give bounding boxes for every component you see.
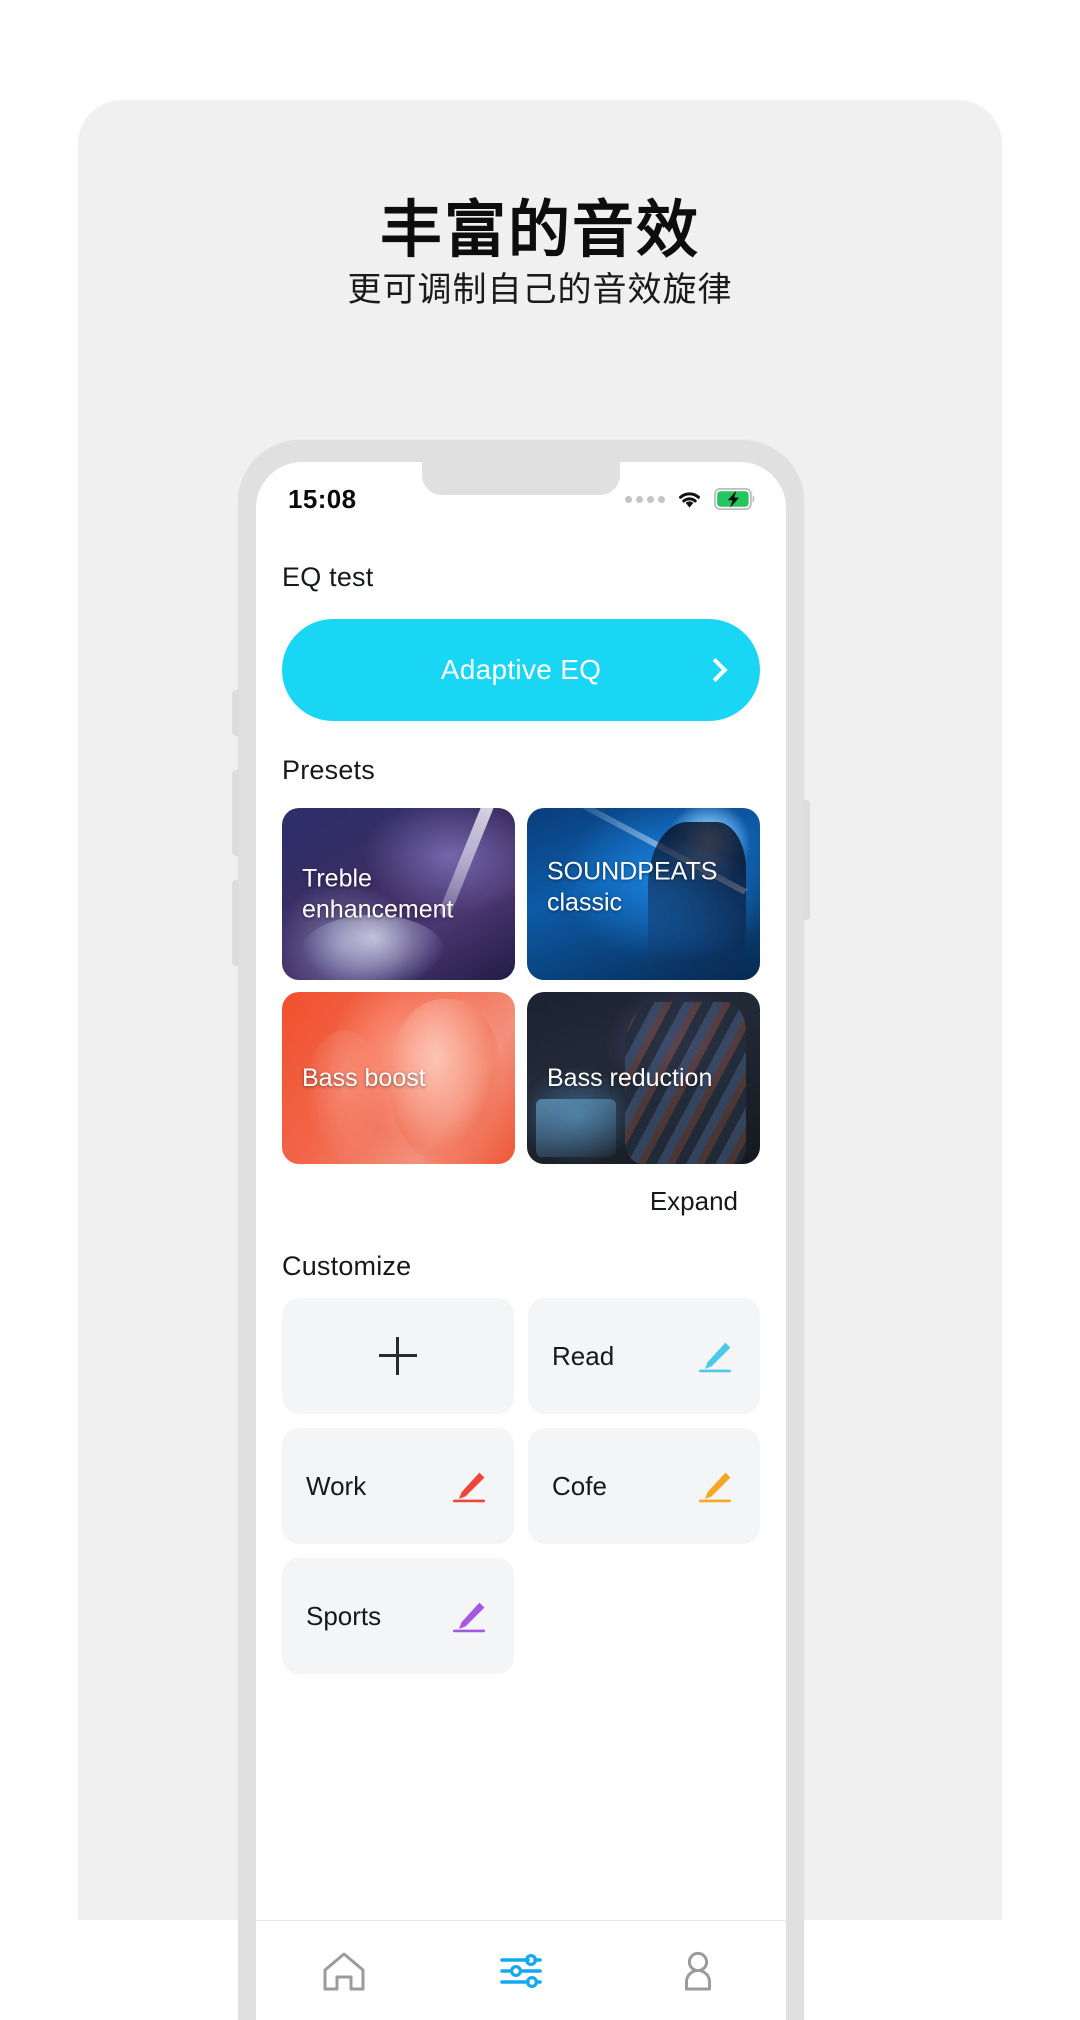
pencil-icon[interactable] — [446, 1598, 490, 1634]
adaptive-eq-label: Adaptive EQ — [440, 654, 602, 685]
promo-panel: 丰富的音效 更可调制自己的音效旋律 15:08 EQ test Adaptive… — [78, 100, 1002, 2020]
custom-eq-label: Work — [306, 1470, 367, 1501]
preset-card-bass-reduction[interactable]: Bass reduction — [527, 992, 760, 1164]
pencil-icon[interactable] — [692, 1338, 736, 1374]
pencil-icon[interactable] — [446, 1468, 490, 1504]
expand-button[interactable]: Expand — [650, 1186, 738, 1217]
custom-eq-label: Cofe — [552, 1470, 607, 1501]
nav-item-equalizer[interactable] — [433, 1949, 610, 1993]
home-icon — [323, 1952, 365, 1990]
custom-eq-tile-sports[interactable]: Sports — [282, 1558, 514, 1674]
pencil-icon[interactable] — [692, 1468, 736, 1504]
phone-screen: 15:08 EQ test Adaptive EQ Presets Treble… — [256, 462, 786, 2020]
preset-card-treble-enhancement[interactable]: Treble enhancement — [282, 808, 515, 980]
person-icon — [684, 1951, 711, 1990]
presets-label: Presets — [282, 755, 375, 785]
preset-card-bass-boost[interactable]: Bass boost — [282, 992, 515, 1164]
custom-eq-label: Sports — [306, 1600, 382, 1631]
preset-card-label: Treble enhancement — [302, 864, 454, 924]
plus-icon — [379, 1337, 417, 1375]
phone-mockup-frame: 15:08 EQ test Adaptive EQ Presets Treble… — [232, 440, 810, 2020]
wifi-icon — [679, 492, 700, 508]
preset-card-label: Bass reduction — [547, 1063, 713, 1092]
bottom-navigation-bar — [256, 1920, 786, 2020]
custom-eq-tile-work[interactable]: Work — [282, 1428, 514, 1544]
phone-volume-down-button — [232, 880, 239, 966]
phone-power-button — [803, 800, 810, 920]
sliders-icon — [500, 1953, 542, 1988]
custom-eq-tile-cofe[interactable]: Cofe — [528, 1428, 760, 1544]
battery-charging-icon — [714, 488, 756, 510]
phone-volume-up-button — [232, 770, 239, 856]
customize-grid: Read Work Cofe Sports — [282, 1298, 760, 1674]
adaptive-eq-button[interactable]: Adaptive EQ — [282, 619, 760, 721]
eq-test-label: EQ test — [282, 562, 374, 592]
chevron-right-icon — [703, 657, 728, 683]
phone-notch — [422, 462, 620, 495]
nav-item-home[interactable] — [256, 1949, 433, 1993]
custom-eq-label: Read — [552, 1340, 615, 1371]
status-bar-time: 15:08 — [288, 483, 357, 514]
status-bar-icons — [625, 488, 756, 510]
preset-card-label: Bass boost — [302, 1063, 426, 1092]
signal-dots-icon — [625, 495, 665, 503]
nav-item-profile[interactable] — [609, 1949, 786, 1993]
promo-subtitle: 更可调制自己的音效旋律 — [347, 271, 733, 309]
promo-title: 丰富的音效 — [379, 196, 700, 265]
phone-mute-switch — [232, 690, 239, 736]
preset-card-soundpeats-classic[interactable]: SOUNDPEATS classic — [527, 808, 760, 980]
presets-grid: Treble enhancement SOUNDPEATS classic Ba… — [282, 808, 760, 1164]
custom-eq-tile-read[interactable]: Read — [528, 1298, 760, 1414]
customize-label: Customize — [282, 1251, 412, 1281]
add-custom-eq-tile[interactable] — [282, 1298, 514, 1414]
expand-row: Expand — [282, 1186, 760, 1217]
preset-card-label: SOUNDPEATS classic — [547, 857, 718, 917]
eq-screen-content: EQ test Adaptive EQ Presets Treble enhan… — [256, 528, 786, 1920]
